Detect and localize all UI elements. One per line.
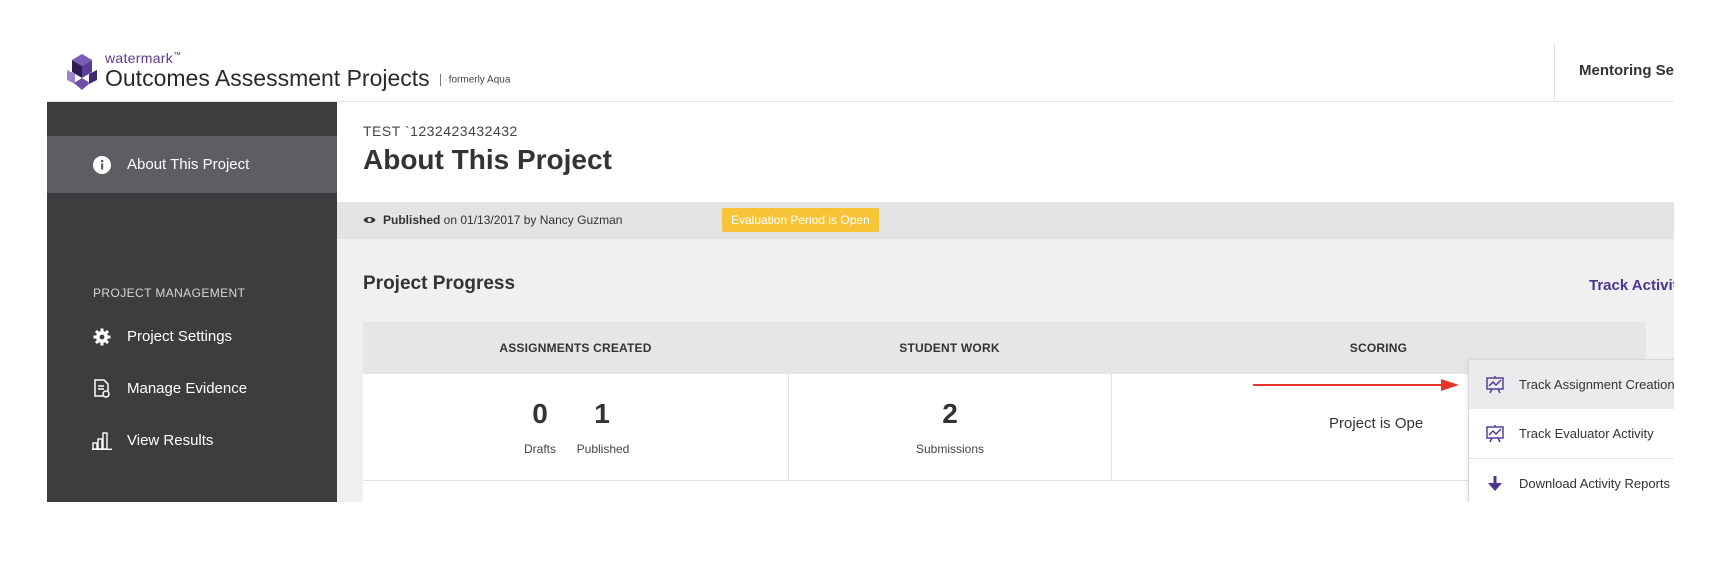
menu-item-download-activity-reports[interactable]: Download Activity Reports bbox=[1469, 459, 1674, 502]
column-header-scoring: SCORING bbox=[1349, 341, 1408, 355]
status-badge: Evaluation Period is Open bbox=[722, 208, 879, 232]
evidence-icon bbox=[91, 378, 113, 400]
info-icon bbox=[91, 154, 113, 176]
sidebar-section-heading: PROJECT MANAGEMENT bbox=[93, 286, 246, 300]
track-activity-menu: Track Assignment Creation Track Evaluato… bbox=[1468, 359, 1674, 502]
column-divider bbox=[1111, 374, 1112, 480]
column-divider bbox=[788, 374, 789, 480]
published-label: Published bbox=[576, 442, 630, 456]
submissions-count: 2 bbox=[942, 398, 958, 429]
publish-status-bar: Published on 01/13/2017 by Nancy Guzman … bbox=[337, 202, 1674, 239]
menu-item-label: Track Evaluator Activity bbox=[1519, 426, 1654, 441]
menu-item-label: Track Assignment Creation bbox=[1519, 377, 1674, 392]
brand-wordmark: watermark™ bbox=[105, 50, 182, 66]
formerly-label: formerly Aqua bbox=[448, 74, 511, 86]
published-count: 1 bbox=[594, 398, 610, 429]
column-header-assignments: ASSIGNMENTS CREATED bbox=[499, 341, 652, 355]
sidebar-item-about[interactable]: About This Project bbox=[47, 136, 337, 193]
watermark-logo-icon bbox=[67, 54, 97, 90]
sidebar-item-label: Manage Evidence bbox=[127, 380, 248, 397]
drafts-count: 0 bbox=[532, 398, 548, 429]
sidebar-item-evidence[interactable]: Manage Evidence bbox=[47, 360, 337, 417]
download-arrow-icon bbox=[1485, 474, 1505, 494]
page-title: About This Project bbox=[363, 144, 612, 175]
presentation-chart-icon bbox=[1485, 375, 1505, 395]
menu-item-track-assignment-creation[interactable]: Track Assignment Creation bbox=[1469, 360, 1674, 409]
submissions-label: Submissions bbox=[915, 442, 985, 456]
row-divider bbox=[363, 480, 1646, 481]
title-area: TEST `1232423432432 About This Project bbox=[337, 102, 1674, 202]
section-title: Project Progress bbox=[363, 273, 516, 294]
drafts-label: Drafts bbox=[523, 442, 556, 456]
published-info: Published on 01/13/2017 by Nancy Guzman bbox=[383, 213, 623, 227]
header-divider bbox=[1554, 44, 1555, 102]
menu-item-track-evaluator-activity[interactable]: Track Evaluator Activity bbox=[1469, 409, 1674, 458]
track-activity-toggle[interactable]: Track Activity bbox=[1589, 277, 1674, 294]
sidebar-item-label: Project Settings bbox=[127, 328, 233, 345]
progress-table-header: ASSIGNMENTS CREATED STUDENT WORK SCORING bbox=[363, 322, 1646, 374]
column-header-student-work: STUDENT WORK bbox=[899, 341, 1000, 355]
header-menu-link[interactable]: Mentoring Se bbox=[1579, 62, 1674, 79]
presentation-chart-icon bbox=[1485, 424, 1505, 444]
sidebar-item-settings[interactable]: Project Settings bbox=[47, 308, 337, 365]
eye-icon bbox=[363, 217, 376, 223]
annotation-arrow-icon bbox=[1253, 379, 1459, 391]
breadcrumb: TEST `1232423432432 bbox=[363, 123, 518, 139]
sidebar-item-label: About This Project bbox=[127, 156, 250, 173]
menu-item-label: Download Activity Reports bbox=[1519, 476, 1671, 491]
app-name: Outcomes Assessment Projects formerly Aqu… bbox=[105, 65, 511, 91]
gear-icon bbox=[91, 326, 113, 348]
sidebar-item-results[interactable]: View Results bbox=[47, 412, 337, 469]
scoring-status-text: Project is Ope bbox=[1329, 415, 1424, 432]
progress-table: ASSIGNMENTS CREATED STUDENT WORK SCORING… bbox=[363, 322, 1646, 502]
app-window: watermark™ Outcomes Assessment Projects f… bbox=[47, 44, 1674, 502]
bar-chart-icon bbox=[91, 430, 113, 452]
sidebar: About This Project PROJECT MANAGEMENT Pr… bbox=[47, 102, 337, 502]
top-header: watermark™ Outcomes Assessment Projects f… bbox=[47, 44, 1674, 102]
sidebar-item-label: View Results bbox=[127, 432, 214, 449]
